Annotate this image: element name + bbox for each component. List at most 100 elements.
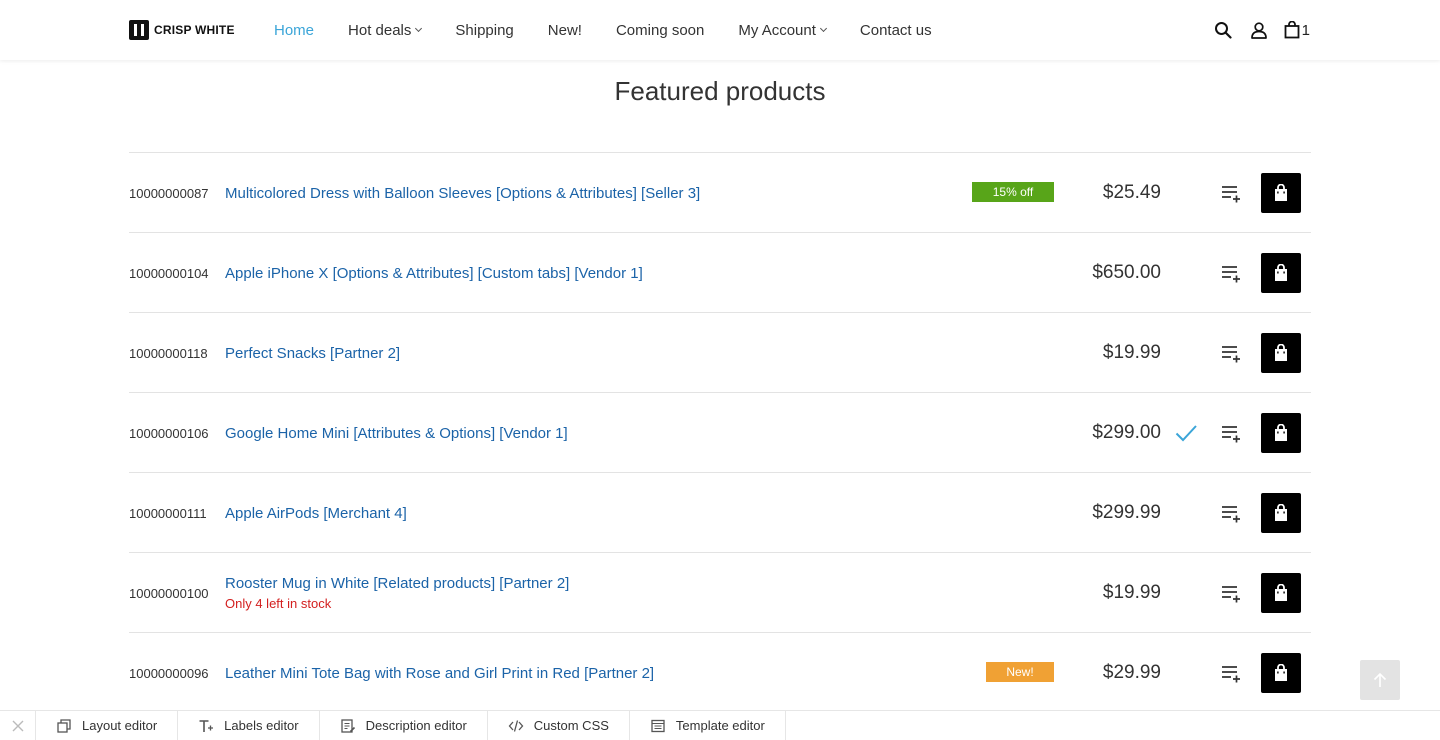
product-code: 10000000100 (129, 585, 209, 601)
cart-count: 1 (1301, 21, 1310, 39)
product-row: 10000000118 Perfect Snacks [Partner 2] $19… (129, 313, 1311, 393)
bag-icon (1275, 344, 1287, 361)
add-to-cart-button[interactable] (1261, 253, 1301, 293)
header-actions: 1 (1198, 18, 1310, 42)
text-icon (199, 719, 214, 732)
nav-item-hot-deals[interactable]: Hot deals (331, 22, 438, 39)
product-price: $19.99 (1102, 582, 1161, 603)
add-to-compare-icon[interactable] (1220, 582, 1242, 604)
arrow-up-icon (1373, 672, 1387, 687)
bag-icon (1284, 21, 1300, 39)
product-info: Google Home Mini [Attributes & Options] … (225, 393, 568, 473)
add-to-cart-button[interactable] (1261, 493, 1301, 533)
nav-item-contact-us[interactable]: Contact us (843, 22, 949, 39)
add-to-cart-button[interactable] (1261, 653, 1301, 693)
nav-label: Coming soon (615, 21, 705, 39)
product-name-link[interactable]: Google Home Mini [Attributes & Options] … (225, 425, 568, 442)
add-to-cart-button[interactable] (1261, 333, 1301, 373)
layout-editor-button[interactable]: Layout editor (36, 711, 179, 740)
search-icon[interactable] (1212, 19, 1234, 41)
nav-label: My Account (738, 21, 816, 39)
product-list: 10000000087 Multicolored Dress with Ballo… (129, 152, 1311, 713)
add-to-compare-icon[interactable] (1220, 182, 1242, 204)
product-name-link[interactable]: Multicolored Dress with Balloon Sleeves … (225, 185, 700, 202)
checkmark-icon (1175, 425, 1197, 442)
description-editor-button[interactable]: Description editor (320, 711, 488, 740)
custom-css-button[interactable]: Custom CSS (488, 711, 630, 740)
product-row: 10000000096 Leather Mini Tote Bag with Ro… (129, 633, 1311, 713)
nav-item-home[interactable]: Home (257, 22, 331, 39)
nav-item-shipping[interactable]: Shipping (438, 22, 530, 39)
add-to-cart-button[interactable] (1261, 573, 1301, 613)
main-nav: Home Hot deals Shipping New! Coming soon… (257, 0, 949, 60)
editor-label: Labels editor (224, 718, 299, 733)
logo-mark-icon (129, 20, 149, 40)
product-price: $299.99 (1092, 502, 1161, 523)
product-code: 10000000111 (129, 505, 207, 521)
product-name-link[interactable]: Rooster Mug in White [Related products] … (225, 575, 569, 592)
template-editor-button[interactable]: Template editor (630, 711, 786, 740)
editor-toolbar: Layout editor Labels editor Description … (0, 710, 1440, 740)
bag-icon (1275, 424, 1287, 441)
product-info: Rooster Mug in White [Related products] … (225, 553, 569, 633)
editor-label: Layout editor (82, 718, 158, 733)
product-code: 10000000118 (129, 345, 208, 361)
product-row: 10000000104 Apple iPhone X [Options & Att… (129, 233, 1311, 313)
add-to-cart-button[interactable] (1261, 413, 1301, 453)
close-editor-button[interactable] (0, 711, 36, 740)
labels-editor-button[interactable]: Labels editor (178, 711, 320, 740)
product-price: $650.00 (1092, 262, 1161, 283)
brand-name: CRISP WHITE (154, 23, 235, 37)
product-info: Multicolored Dress with Balloon Sleeves … (225, 153, 700, 233)
product-row: 10000000087 Multicolored Dress with Ballo… (129, 153, 1311, 233)
chevron-down-icon (819, 24, 827, 33)
bag-icon (1275, 184, 1287, 201)
product-info: Apple AirPods [Merchant 4] (225, 473, 407, 553)
stock-warning: Only 4 left in stock (225, 596, 332, 611)
product-price: $19.99 (1102, 342, 1161, 363)
product-name-link[interactable]: Apple iPhone X [Options & Attributes] [C… (225, 265, 643, 282)
nav-label: New! (547, 21, 582, 39)
product-code: 10000000106 (129, 425, 209, 441)
bag-icon (1275, 584, 1287, 601)
product-info: Perfect Snacks [Partner 2] (225, 313, 400, 393)
nav-label: Home (274, 21, 315, 39)
product-row: 10000000106 Google Home Mini [Attributes … (129, 393, 1311, 473)
cart-button[interactable]: 1 (1284, 19, 1310, 41)
product-badge: 15% off (972, 182, 1054, 202)
product-name-link[interactable]: Leather Mini Tote Bag with Rose and Girl… (225, 665, 654, 682)
nav-item-new[interactable]: New! (531, 22, 599, 39)
product-code: 10000000087 (129, 185, 209, 201)
brand-logo[interactable]: CRISP WHITE (129, 20, 235, 40)
bag-icon (1275, 504, 1287, 521)
product-code: 10000000104 (129, 265, 209, 281)
scroll-to-top-button[interactable] (1360, 660, 1400, 700)
page-title: Featured products (614, 76, 826, 106)
site-header: CRISP WHITE Home Hot deals Shipping New!… (0, 0, 1440, 60)
product-badge: New! (986, 662, 1054, 682)
add-to-compare-icon[interactable] (1220, 502, 1242, 524)
close-icon (12, 720, 23, 731)
add-to-compare-icon[interactable] (1220, 342, 1242, 364)
nav-label: Contact us (859, 21, 932, 39)
editor-label: Description editor (365, 718, 467, 733)
add-to-compare-icon[interactable] (1220, 262, 1242, 284)
template-icon (651, 719, 665, 732)
add-to-compare-icon[interactable] (1220, 662, 1242, 684)
nav-item-coming-soon[interactable]: Coming soon (599, 22, 721, 39)
chevron-down-icon (415, 24, 423, 33)
product-row: 10000000111 Apple AirPods [Merchant 4] $29… (129, 473, 1311, 553)
nav-item-my-account[interactable]: My Account (721, 22, 843, 39)
user-icon[interactable] (1248, 19, 1270, 41)
bag-icon (1275, 264, 1287, 281)
product-info: Apple iPhone X [Options & Attributes] [C… (225, 233, 643, 313)
product-code: 10000000096 (129, 665, 209, 681)
product-name-link[interactable]: Perfect Snacks [Partner 2] (225, 345, 400, 362)
add-to-cart-button[interactable] (1261, 173, 1301, 213)
nav-label: Shipping (455, 21, 514, 39)
product-name-link[interactable]: Apple AirPods [Merchant 4] (225, 505, 407, 522)
code-icon (508, 719, 524, 732)
product-price: $299.00 (1092, 422, 1161, 443)
add-to-compare-icon[interactable] (1220, 422, 1242, 444)
product-info: Leather Mini Tote Bag with Rose and Girl… (225, 633, 654, 713)
